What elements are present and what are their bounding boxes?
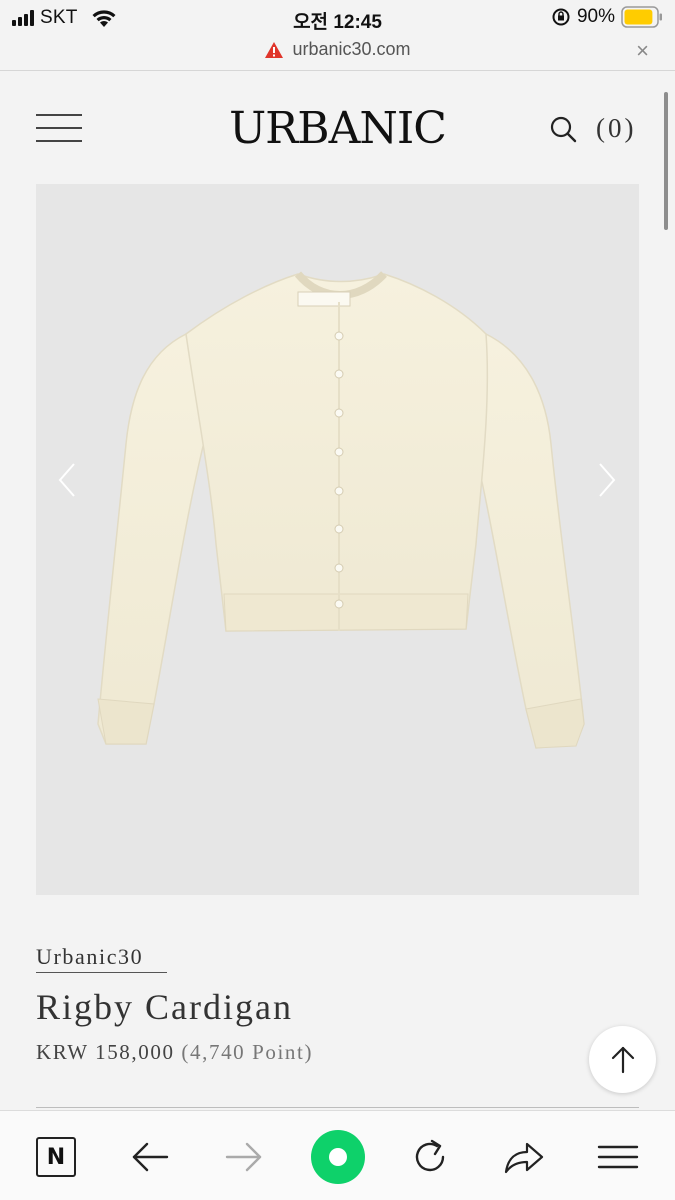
brand-underline xyxy=(36,972,167,973)
reload-button[interactable] xyxy=(408,1135,452,1179)
chevron-left-icon[interactable] xyxy=(56,460,76,500)
chevron-right-icon[interactable] xyxy=(598,460,618,500)
close-icon[interactable]: × xyxy=(636,40,649,62)
naver-home-button[interactable]: N xyxy=(34,1135,78,1179)
green-dot-button[interactable] xyxy=(311,1130,365,1184)
battery-percent: 90% xyxy=(576,6,615,27)
rotation-lock-icon xyxy=(552,8,570,26)
share-icon xyxy=(504,1142,544,1174)
url-bar[interactable]: urbanic30.com × xyxy=(0,36,675,70)
battery-icon xyxy=(621,6,662,28)
share-button[interactable] xyxy=(502,1135,546,1179)
back-button[interactable] xyxy=(128,1135,172,1179)
product-image[interactable] xyxy=(36,184,639,895)
cardigan-image xyxy=(97,271,585,749)
scroll-to-top-button[interactable] xyxy=(589,1026,656,1093)
product-points: (4,740 Point) xyxy=(181,1040,314,1064)
forward-button[interactable] xyxy=(222,1135,266,1179)
product-name: Rigby Cardigan xyxy=(36,987,293,1027)
product-price: KRW 158,000 xyxy=(36,1040,175,1064)
back-arrow-icon xyxy=(132,1142,169,1172)
arrow-up-icon xyxy=(611,1046,635,1074)
cart-count[interactable]: (0) xyxy=(596,113,636,144)
page-scrollbar[interactable] xyxy=(664,92,668,230)
url-divider xyxy=(0,70,675,71)
naver-home-icon: N xyxy=(36,1137,76,1177)
url-text[interactable]: urbanic30.com xyxy=(292,39,410,60)
product-brand[interactable]: Urbanic30 xyxy=(36,944,143,970)
content-divider xyxy=(36,1107,639,1108)
green-circle-icon xyxy=(311,1130,365,1184)
more-menu-button[interactable] xyxy=(596,1135,640,1179)
browser-toolbar: N xyxy=(0,1110,675,1200)
price-line: KRW 158,000 (4,740 Point) xyxy=(36,1040,313,1065)
status-bar: SKT 오전 12:45 90% xyxy=(0,0,675,36)
search-icon[interactable] xyxy=(548,114,578,144)
forward-arrow-icon xyxy=(225,1142,262,1172)
warning-icon xyxy=(265,41,284,58)
menu-icon xyxy=(597,1145,639,1169)
reload-icon xyxy=(415,1139,445,1172)
